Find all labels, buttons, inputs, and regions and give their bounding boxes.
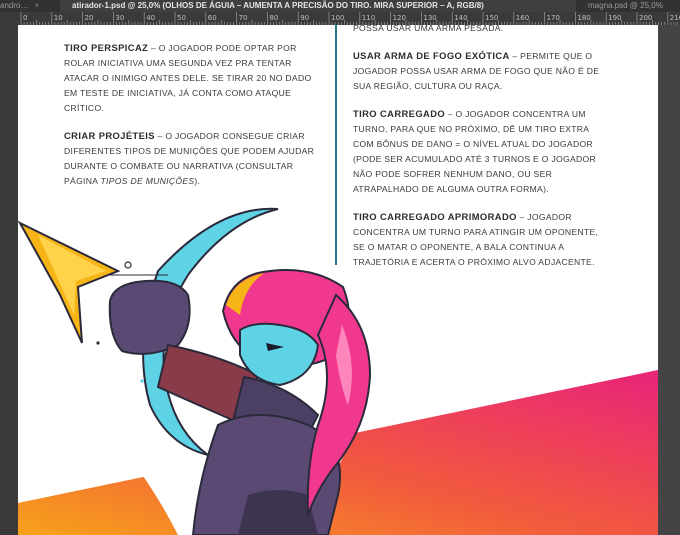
ruler-number: 180 [577, 14, 591, 22]
horizontal-ruler[interactable]: 0 10 20 30 40 50 60 70 80 90 100 110 120 130 140 150 160… [18, 12, 680, 26]
ruler-number: 130 [423, 14, 437, 22]
ruler-number: 210 [669, 14, 680, 22]
gauntlet-fist [108, 279, 191, 355]
ruler-number: 140 [454, 14, 468, 22]
ruler-number: 100 [331, 14, 345, 22]
vertical-ruler[interactable] [0, 25, 19, 535]
tab-label: andro… [0, 1, 29, 10]
document-tab[interactable]: andro… × [0, 0, 58, 12]
tab-close-icon[interactable]: × [34, 1, 39, 10]
ruler-number: 20 [84, 14, 94, 22]
ruler-number: 30 [115, 14, 125, 22]
ruler-number: 10 [53, 14, 63, 22]
ruler-number: 190 [608, 14, 622, 22]
ruler-number: 110 [361, 14, 376, 22]
ruler-number: 90 [300, 14, 310, 22]
ruler-number: 80 [269, 14, 279, 22]
archer-illustration [18, 207, 658, 535]
tab-label: atirador-1.psd @ 25,0% (OLHOS DE ÁGUIA –… [72, 1, 484, 10]
tab-label: magna.psd @ 25,0% [588, 1, 663, 10]
ruler-number: 120 [392, 14, 406, 22]
document-canvas[interactable]: TIRO PERSPICAZ – O JOGADOR PODE OPTAR PO… [18, 25, 658, 535]
ruler-number: 40 [146, 14, 156, 22]
ruler-number: 60 [207, 14, 217, 22]
document-tab-active[interactable]: atirador-1.psd @ 25,0% (OLHOS DE ÁGUIA –… [60, 0, 576, 12]
ruler-number: 150 [485, 14, 499, 22]
ruler-number: 0 [23, 14, 28, 22]
document-tab-bar: andro… × atirador-1.psd @ 25,0% (OLHOS DE… [0, 0, 680, 12]
ruler-number: 160 [515, 14, 530, 22]
ruler-number: 50 [177, 14, 186, 22]
sparkle [96, 341, 100, 345]
ruler-number: 70 [238, 14, 248, 22]
ruler-origin[interactable] [0, 12, 19, 25]
canvas-pasteboard [658, 25, 680, 535]
ruler-number: 170 [546, 14, 560, 22]
document-tab[interactable]: magna.psd @ 25,0% [578, 0, 680, 12]
ruler-number: 200 [639, 14, 653, 22]
sparkle [140, 379, 144, 383]
